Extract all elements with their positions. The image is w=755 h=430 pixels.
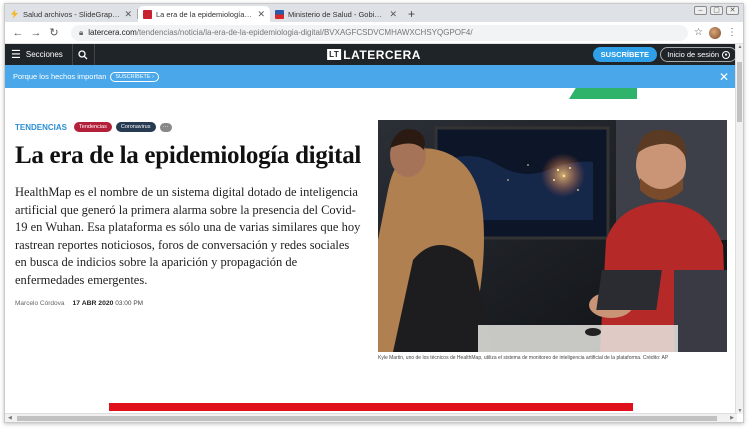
photo-caption: Kyle Martin, uno de los técnicos de Heal… (378, 355, 669, 361)
byline: Marcelo Córdova 17 ABR 2020 03:00 PM (15, 300, 143, 307)
minimize-icon[interactable]: – (694, 6, 707, 15)
search-icon[interactable] (73, 44, 95, 65)
publish-time: 03:00 PM (115, 300, 144, 307)
close-tab-icon[interactable]: ✕ (124, 9, 132, 20)
browser-window: Salud archivos - SlideGraphic ✕ La era d… (4, 3, 744, 423)
tab-title: Salud archivos - SlideGraphic (23, 9, 121, 19)
tag-tendencias[interactable]: Tendencias (74, 122, 112, 132)
horizontal-scroll-thumb[interactable] (17, 416, 717, 421)
new-tab-button[interactable]: + (408, 7, 415, 21)
promo-subscribe-button[interactable]: SUSCRÍBETE › (110, 71, 159, 82)
article-photo (378, 120, 727, 352)
site-header: ☰ Secciones LT LATERCERA SUSCRÍBETE Inic… (5, 44, 743, 65)
flag-favicon-icon (275, 9, 284, 19)
scroll-right-icon[interactable]: ▶ (730, 415, 734, 421)
close-tab-icon[interactable]: ✕ (257, 9, 265, 20)
horizontal-scrollbar[interactable]: ◀ ▶ (5, 413, 737, 422)
article-title: La era de la epidemiología digital (15, 142, 362, 169)
more-tags-button[interactable]: ··· (159, 122, 172, 132)
lock-icon[interactable]: 🔒︎ (79, 28, 83, 38)
logo-mark: LT (327, 49, 342, 60)
login-button[interactable]: Inicio de sesión ● (660, 47, 737, 62)
scroll-down-icon[interactable]: ▼ (736, 408, 743, 414)
browser-tab-latercera[interactable]: La era de la epidemiología digital ✕ (138, 6, 270, 22)
ad-banner (109, 403, 633, 411)
url-host: latercera.com (88, 28, 137, 37)
maximize-icon[interactable]: ▢ (710, 6, 723, 15)
browser-menu-icon[interactable]: ⋮ (727, 27, 737, 38)
close-promo-icon[interactable]: ✕ (719, 70, 729, 84)
publish-date: 17 ABR 2020 (72, 300, 114, 307)
section-link[interactable]: TENDENCIAS (15, 123, 67, 132)
sections-menu-button[interactable]: ☰ Secciones (11, 44, 73, 65)
close-tab-icon[interactable]: ✕ (389, 9, 397, 20)
promo-bar: Porque los hechos importan SUSCRÍBETE › … (5, 65, 743, 88)
reload-icon[interactable]: ↻ (47, 26, 61, 39)
latercera-favicon-icon (143, 9, 152, 19)
tab-title: La era de la epidemiología digital (156, 9, 253, 19)
sections-label: Secciones (25, 50, 63, 59)
site-logo[interactable]: LT LATERCERA (327, 48, 421, 62)
vertical-scrollbar[interactable]: ▲ ▼ (735, 44, 743, 414)
article: TENDENCIAS Tendencias Coronavirus ··· La… (5, 100, 737, 408)
user-icon: ● (722, 50, 730, 59)
forward-arrow-icon[interactable]: → (29, 27, 43, 39)
promo-text: Porque los hechos importan (13, 72, 107, 81)
url-path: /tendencias/noticia/la-era-de-la-epidemi… (136, 28, 473, 37)
scroll-thumb[interactable] (737, 62, 742, 122)
profile-avatar[interactable] (709, 26, 721, 39)
subscribe-button[interactable]: SUSCRÍBETE (592, 47, 657, 62)
article-tags: TENDENCIAS Tendencias Coronavirus ··· (15, 122, 172, 132)
green-decoration (569, 88, 637, 99)
bookmark-star-icon[interactable]: ☆ (694, 27, 703, 38)
tab-strip: Salud archivos - SlideGraphic ✕ La era d… (5, 4, 743, 22)
hamburger-icon: ☰ (11, 49, 21, 61)
browser-toolbar: ← → ↻ 🔒︎ latercera.com/tendencias/notici… (5, 22, 743, 44)
window-controls: – ▢ ✕ (694, 6, 739, 15)
scroll-left-icon[interactable]: ◀ (8, 415, 12, 421)
bolt-favicon-icon (10, 9, 19, 19)
logo-text: LATERCERA (343, 47, 421, 62)
tab-title: Ministerio de Salud - Gobierno de (288, 9, 386, 19)
back-arrow-icon[interactable]: ← (11, 27, 25, 39)
scroll-up-icon[interactable]: ▲ (736, 44, 743, 50)
login-label: Inicio de sesión (667, 50, 719, 59)
tag-coronavirus[interactable]: Coronavirus (115, 122, 156, 132)
close-window-icon[interactable]: ✕ (726, 6, 739, 15)
browser-tab-slidegraphic[interactable]: Salud archivos - SlideGraphic ✕ (5, 6, 137, 22)
address-bar[interactable]: 🔒︎ latercera.com/tendencias/noticia/la-e… (71, 24, 689, 41)
article-lead: HealthMap es el nombre de un sistema dig… (15, 185, 361, 287)
author-link[interactable]: Marcelo Córdova (15, 300, 65, 307)
browser-tab-minsal[interactable]: Ministerio de Salud - Gobierno de ✕ (270, 6, 402, 22)
photo-illustration (378, 120, 727, 352)
